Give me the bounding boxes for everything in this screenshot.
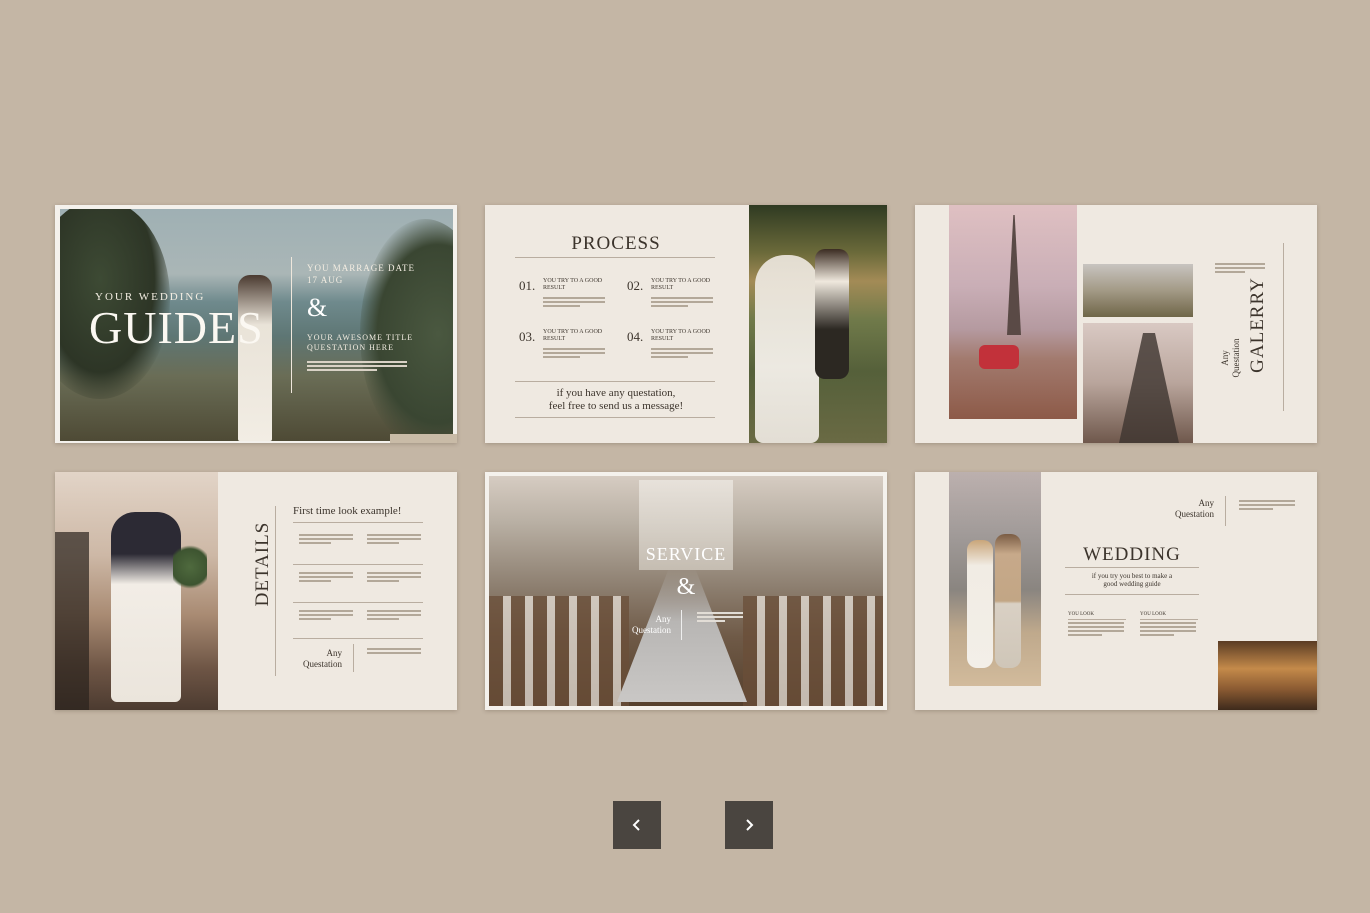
gallery-photo: [1083, 323, 1193, 443]
step-text: [651, 297, 713, 309]
questation-label: Questation: [632, 625, 671, 635]
any-label: Any: [655, 614, 672, 624]
details-text: [367, 648, 421, 656]
divider: [515, 417, 715, 418]
details-photo: [55, 472, 218, 710]
questation-label: Questation: [303, 659, 342, 669]
wedding-text: [1239, 500, 1295, 512]
wedding-photo: [1218, 641, 1317, 710]
step-title: YOU TRY TO A GOOD RESULT: [651, 329, 711, 342]
wedding-any-questation: Any Questation: [1160, 498, 1214, 520]
ampersand: &: [676, 574, 696, 600]
slide-guides[interactable]: YOUR WEDDING GUIDES YOU MARRAGE DATE 17 …: [55, 205, 457, 443]
details-text: [367, 610, 421, 622]
step-text: [651, 348, 713, 360]
service-text: [697, 612, 743, 624]
wedding-column-label: YOU LOOK: [1068, 612, 1094, 617]
step-number: 03.: [519, 329, 536, 344]
guides-paragraph: [307, 361, 407, 373]
process-title: PROCESS: [571, 233, 661, 254]
wedding-text: [1068, 622, 1124, 638]
divider: [275, 506, 276, 676]
divider: [293, 564, 423, 565]
details-text: [367, 572, 421, 584]
service-title: SERVICE: [645, 544, 727, 564]
details-text: [299, 610, 353, 622]
ampersand: &: [307, 293, 328, 322]
divider: [293, 522, 423, 523]
process-footer: if you have any questation, feel free to…: [485, 387, 747, 413]
any-label: Any: [1220, 350, 1230, 366]
divider: [515, 381, 715, 382]
guides-big-title: GUIDES: [89, 302, 264, 353]
slide-wedding[interactable]: Any Questation WEDDING if you try you be…: [915, 472, 1317, 710]
prev-button[interactable]: [613, 801, 661, 849]
ribbon: [390, 434, 457, 443]
wedding-column-label: YOU LOOK: [1140, 612, 1166, 617]
any-label: Any: [326, 648, 343, 658]
process-footer-line1: if you have any questation,: [556, 387, 676, 399]
step-text: [543, 297, 605, 309]
divider: [1065, 594, 1199, 595]
step-title: YOU TRY TO A GOOD RESULT: [543, 329, 603, 342]
slide-details[interactable]: DETAILS First time look example! Any Que…: [55, 472, 457, 710]
next-button[interactable]: [725, 801, 773, 849]
step-number: 01.: [519, 278, 536, 293]
step-number: 04.: [627, 329, 644, 344]
divider: [681, 610, 682, 640]
wedding-title: WEDDING: [1083, 544, 1181, 565]
details-title: DETAILS: [252, 521, 273, 607]
slide-gallery[interactable]: Any Questation GALERRY: [915, 205, 1317, 443]
gallery-text: [1215, 263, 1265, 275]
divider: [353, 644, 354, 672]
slide-service[interactable]: SERVICE & Any Questation: [485, 472, 887, 710]
divider: [291, 257, 292, 393]
details-any-questation: Any Questation: [290, 648, 342, 670]
guides-date-value: 17 AUG: [307, 275, 344, 285]
process-photo: [749, 205, 887, 443]
step-number: 02.: [627, 278, 644, 293]
gallery-title: GALERRY: [1247, 277, 1268, 373]
divider: [1283, 243, 1284, 411]
chevron-left-icon: [632, 819, 640, 831]
step-title: YOU TRY TO A GOOD RESULT: [651, 278, 711, 291]
gallery-photo: [949, 205, 1077, 419]
questation-label: Questation: [1231, 338, 1241, 378]
chevron-right-icon: [746, 819, 754, 831]
divider: [1065, 567, 1199, 568]
step-text: [543, 348, 605, 360]
divider: [293, 638, 423, 639]
process-footer-line2: feel free to send us a message!: [548, 400, 684, 412]
wedding-subtitle: if you try you best to make a good weddi…: [1065, 572, 1199, 588]
divider: [1225, 496, 1226, 526]
details-text: [299, 572, 353, 584]
wedding-photo: [949, 472, 1041, 686]
service-any-questation: Any Questation: [613, 614, 671, 636]
wedding-text: [1140, 622, 1196, 638]
wedding-subtitle-line2: good wedding guide: [1103, 580, 1161, 588]
details-text: [367, 534, 421, 546]
slide-process[interactable]: PROCESS 01. YOU TRY TO A GOOD RESULT 02.…: [485, 205, 887, 443]
divider: [1068, 619, 1126, 620]
wedding-subtitle-line1: if you try you best to make a: [1091, 572, 1173, 580]
divider: [515, 257, 715, 258]
step-title: YOU TRY TO A GOOD RESULT: [543, 278, 603, 291]
gallery-photo: [1083, 264, 1193, 317]
any-label: Any: [1198, 498, 1215, 508]
guides-subtitle: YOUR AWESOME TITLE QUESTATION HERE: [307, 333, 414, 352]
details-heading: First time look example!: [293, 505, 402, 517]
gallery-any-questation: Any Questation: [1220, 339, 1242, 378]
questation-label: Questation: [1175, 509, 1214, 519]
divider: [1140, 619, 1198, 620]
guides-date-label: YOU MARRAGE DATE: [307, 263, 415, 273]
details-text: [299, 534, 353, 546]
divider: [293, 602, 423, 603]
